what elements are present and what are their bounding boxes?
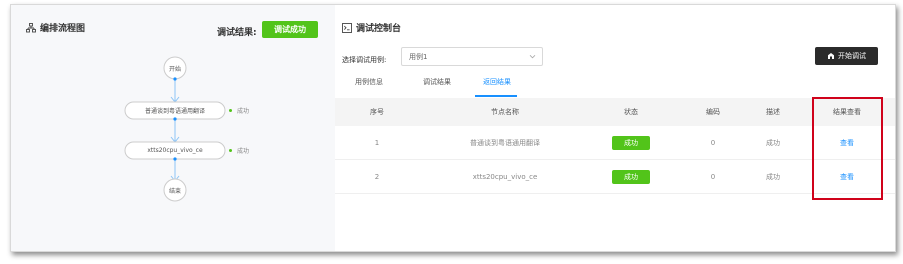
- chevron-down-icon: [529, 53, 536, 60]
- flow-step2-status-text: 成功: [237, 148, 250, 155]
- col-index-header: 序号: [370, 108, 384, 116]
- status-dot: [229, 149, 232, 152]
- flow-step2-status: 成功: [229, 146, 249, 155]
- flow-start-label[interactable]: 开始: [164, 63, 186, 73]
- console-icon: [342, 22, 352, 33]
- table-row: 2 xtts20cpu_vivo_ce 成功 0 成功 查看: [335, 160, 895, 194]
- row-code: 0: [710, 172, 716, 181]
- row-desc: 成功: [766, 138, 780, 147]
- flow-step2-label[interactable]: xtts20cpu_vivo_ce: [125, 142, 225, 159]
- flow-connector-dot: [173, 77, 177, 81]
- case-select-label: 选择调试用例:: [342, 56, 387, 64]
- flow-step1-status-text: 成功: [237, 108, 250, 115]
- row-desc: 成功: [766, 172, 780, 181]
- case-select[interactable]: 用例1: [401, 47, 543, 66]
- tab-return-result[interactable]: 返回结果: [483, 77, 511, 87]
- status-dot: [229, 109, 232, 112]
- console-title-text: 调试控制台: [356, 24, 402, 34]
- table-header: 序号 节点名称 状态 编码 描述 结果查看: [335, 98, 895, 126]
- table-row: 1 普通谈到粤语通用翻译 成功 0 成功 查看: [335, 126, 895, 160]
- row-node-name: xtts20cpu_vivo_ce: [472, 172, 538, 181]
- col-desc-header: 描述: [766, 108, 780, 116]
- tab-debug-result[interactable]: 调试结果: [423, 77, 451, 87]
- console-tabs: 用例信息 调试结果 返回结果: [335, 71, 895, 91]
- debug-console-panel: 调试控制台 选择调试用例: 用例1 开始调试 用例信息 调试结果 返回结果 序号…: [335, 5, 895, 251]
- row-index: 2: [374, 172, 380, 181]
- console-title: 调试控制台: [342, 21, 401, 34]
- col-code-header: 编码: [706, 108, 720, 116]
- play-icon: [827, 52, 835, 60]
- flow-diagram: [124, 56, 226, 202]
- row-status: 成功: [610, 160, 652, 193]
- tab-case-info[interactable]: 用例信息: [355, 77, 383, 87]
- flow-panel: 编排流程图 调试结果: 调试成功 开始 普通谈到粤语通用翻译 xtts20cpu…: [11, 5, 335, 251]
- app-window: 编排流程图 调试结果: 调试成功 开始 普通谈到粤语通用翻译 xtts20cpu…: [10, 4, 896, 252]
- result-view-highlight: [812, 97, 883, 200]
- case-select-value: 用例1: [409, 52, 428, 61]
- flow-end-label[interactable]: 结束: [164, 185, 186, 195]
- start-debug-button[interactable]: 开始调试: [815, 47, 878, 65]
- status-badge: 成功: [612, 135, 650, 150]
- row-node-name: 普通谈到粤语通用翻译: [470, 138, 540, 147]
- flow-step1-status: 成功: [229, 106, 249, 115]
- row-index: 1: [374, 138, 380, 147]
- status-badge: 成功: [612, 169, 650, 184]
- start-debug-label: 开始调试: [838, 52, 866, 60]
- row-code: 0: [710, 138, 716, 147]
- flow-step1-label[interactable]: 普通谈到粤语通用翻译: [125, 102, 225, 119]
- col-status-header: 状态: [624, 108, 638, 116]
- active-tab-indicator: [475, 95, 517, 97]
- col-name-header: 节点名称: [491, 108, 519, 116]
- row-status: 成功: [610, 126, 652, 159]
